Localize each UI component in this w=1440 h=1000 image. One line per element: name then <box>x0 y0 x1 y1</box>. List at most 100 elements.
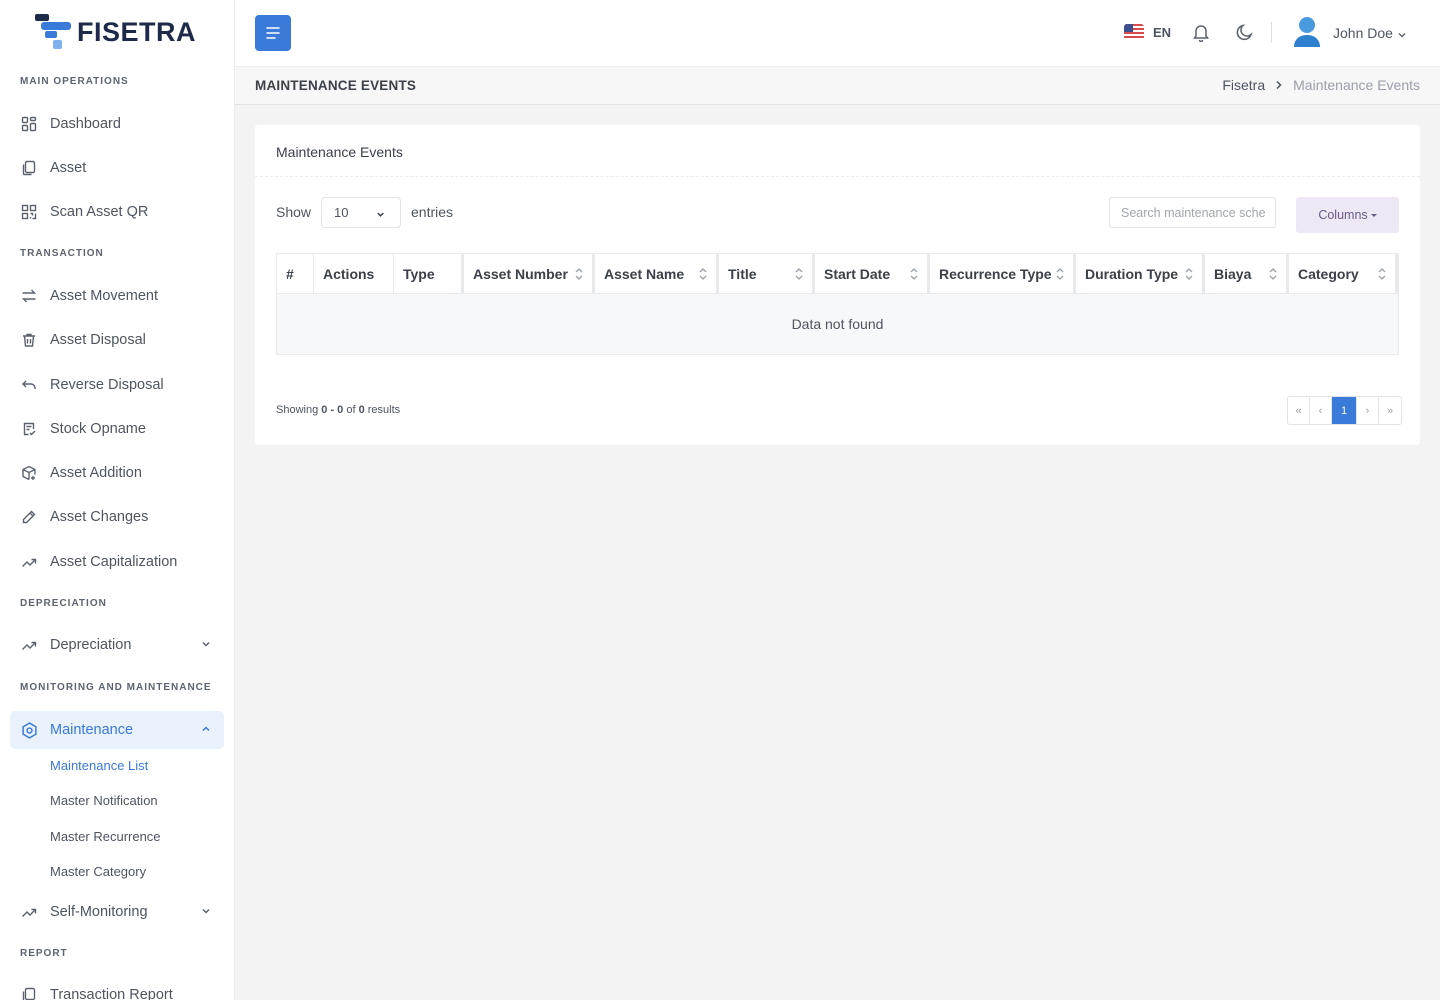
section-title-main-operations: MAIN OPERATIONS <box>20 76 129 87</box>
results-summary: Showing 0 - 0 of 0 results <box>276 404 401 416</box>
column-header-actions[interactable]: Actions <box>314 254 394 294</box>
sidebar-item-scan-asset-qr[interactable]: Scan Asset QR <box>10 193 224 231</box>
bell-icon[interactable] <box>1192 22 1210 47</box>
avatar[interactable] <box>1292 16 1322 54</box>
sidebar-item-asset-disposal[interactable]: Asset Disposal <box>10 321 224 359</box>
brand-logo[interactable]: FISETRA <box>35 14 196 50</box>
undo-icon <box>20 376 38 394</box>
user-name[interactable]: John Doe <box>1333 25 1393 41</box>
hexagon-gear-icon <box>20 721 38 739</box>
pagination-prev-button[interactable]: ‹ <box>1310 397 1332 424</box>
pagination-next-button[interactable]: › <box>1357 397 1379 424</box>
entries-select[interactable]: 10 <box>321 197 401 228</box>
sort-icon <box>1268 266 1278 285</box>
column-header-asset-name[interactable]: Asset Name <box>595 254 719 294</box>
chevron-right-icon <box>1275 77 1283 93</box>
pagination-page-1[interactable]: 1 <box>1332 397 1357 424</box>
chevron-up-icon <box>200 723 212 739</box>
sidebar-item-asset-capitalization[interactable]: Asset Capitalization <box>10 543 224 581</box>
menu-toggle-button[interactable] <box>255 15 291 51</box>
sidebar-subitem-master-notification[interactable]: Master Notification <box>50 793 158 808</box>
show-label: Show <box>276 204 312 220</box>
breadcrumb-current: Maintenance Events <box>1293 77 1420 93</box>
sort-icon <box>1055 266 1065 285</box>
language-code[interactable]: EN <box>1153 25 1171 40</box>
sidebar-item-label: Dashboard <box>50 116 121 132</box>
chevron-down-icon <box>375 208 386 223</box>
pagination: « ‹ 1 › » <box>1287 396 1402 425</box>
sidebar-item-asset[interactable]: Asset <box>10 149 224 187</box>
sidebar-item-asset-changes[interactable]: Asset Changes <box>10 498 224 536</box>
chevron-down-icon <box>200 638 212 654</box>
sidebar-subitem-master-recurrence[interactable]: Master Recurrence <box>50 829 161 844</box>
maintenance-events-table: # Actions Type Asset Number Asset Name T… <box>276 253 1399 355</box>
hamburger-icon <box>266 27 280 39</box>
column-header-type[interactable]: Type <box>394 254 464 294</box>
sidebar-item-label: Reverse Disposal <box>50 377 164 393</box>
breadcrumb-home[interactable]: Fisetra <box>1222 77 1265 93</box>
sidebar-item-label: Asset Capitalization <box>50 554 178 570</box>
column-header-start-date[interactable]: Start Date <box>815 254 930 294</box>
column-header-duration-type[interactable]: Duration Type <box>1076 254 1205 294</box>
column-header-index[interactable]: # <box>277 254 314 294</box>
section-title-transaction: TRANSACTION <box>20 248 104 259</box>
sidebar-subitem-maintenance-list[interactable]: Maintenance List <box>50 758 148 773</box>
search-input[interactable]: Search maintenance sche <box>1109 197 1276 228</box>
sidebar-item-asset-addition[interactable]: Asset Addition <box>10 454 224 492</box>
maintenance-events-card: Maintenance Events Show 10 entries Searc… <box>255 125 1420 445</box>
empty-state-text: Data not found <box>791 316 884 332</box>
chevron-down-icon <box>200 905 212 921</box>
sidebar-subitem-master-category[interactable]: Master Category <box>50 864 146 879</box>
pagination-last-button[interactable]: » <box>1379 397 1401 424</box>
sort-icon <box>794 266 804 285</box>
sidebar-item-maintenance[interactable]: Maintenance <box>10 711 224 749</box>
qr-icon <box>20 203 38 221</box>
sidebar-item-reverse-disposal[interactable]: Reverse Disposal <box>10 366 224 404</box>
table-header-row: # Actions Type Asset Number Asset Name T… <box>277 254 1398 294</box>
checklist-icon <box>20 420 38 438</box>
column-header-biaya[interactable]: Biaya <box>1205 254 1289 294</box>
table-body: Data not found <box>277 294 1398 354</box>
sidebar-item-label: Asset Disposal <box>50 332 146 348</box>
sidebar-item-stock-opname[interactable]: Stock Opname <box>10 410 224 448</box>
trending-up-icon <box>20 903 38 921</box>
entries-label: entries <box>411 204 454 220</box>
sidebar: FISETRA MAIN OPERATIONS Dashboard Asset … <box>0 0 235 1000</box>
brand-name: FISETRA <box>77 16 197 47</box>
pagination-first-button[interactable]: « <box>1288 397 1310 424</box>
section-title-monitoring-maintenance: MONITORING AND MAINTENANCE <box>20 682 212 693</box>
card-divider <box>255 176 1420 177</box>
entries-value: 10 <box>334 205 349 220</box>
sidebar-item-asset-movement[interactable]: Asset Movement <box>10 277 224 315</box>
sidebar-item-label: Depreciation <box>50 637 132 653</box>
box-plus-icon <box>20 464 38 482</box>
pencil-icon <box>20 508 38 526</box>
sidebar-item-label: Asset <box>50 160 87 176</box>
sort-icon <box>1184 266 1194 285</box>
arrows-exchange-icon <box>20 287 38 305</box>
column-header-recurrence-type[interactable]: Recurrence Type <box>930 254 1076 294</box>
us-flag-icon[interactable] <box>1124 24 1144 40</box>
caret-down-icon <box>1370 213 1377 217</box>
trending-up-icon <box>20 553 38 571</box>
sort-icon <box>909 266 919 285</box>
sidebar-item-dashboard[interactable]: Dashboard <box>10 105 224 143</box>
sidebar-item-label: Transaction Report <box>50 987 173 1000</box>
page-title-bar: MAINTENANCE EVENTS Fisetra Maintenance E… <box>235 66 1440 105</box>
column-header-title[interactable]: Title <box>719 254 815 294</box>
sidebar-item-transaction-report[interactable]: Transaction Report <box>10 976 224 1000</box>
chevron-down-icon[interactable] <box>1397 27 1407 45</box>
sidebar-item-label: Asset Addition <box>50 465 142 481</box>
moon-icon[interactable] <box>1235 23 1254 47</box>
page-title: MAINTENANCE EVENTS <box>255 78 417 93</box>
columns-button[interactable]: Columns <box>1296 197 1399 233</box>
fisetra-logo-icon <box>35 14 71 49</box>
sidebar-item-self-monitoring[interactable]: Self-Monitoring <box>10 893 224 931</box>
sidebar-item-label: Asset Movement <box>50 288 158 304</box>
columns-label: Columns <box>1318 208 1368 222</box>
column-header-category[interactable]: Category <box>1289 254 1398 294</box>
sidebar-item-label: Scan Asset QR <box>50 204 149 220</box>
sidebar-item-depreciation[interactable]: Depreciation <box>10 626 224 664</box>
column-header-asset-number[interactable]: Asset Number <box>464 254 595 294</box>
topbar-divider <box>1271 22 1272 43</box>
